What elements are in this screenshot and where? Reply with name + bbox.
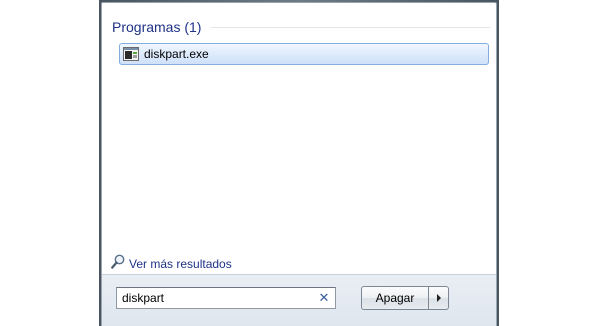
shutdown-options-button[interactable] [428, 286, 449, 310]
see-more-results-link[interactable]: Ver más resultados [111, 254, 232, 274]
console-app-icon [123, 47, 139, 61]
see-more-results-label: Ver más resultados [129, 257, 232, 271]
search-input[interactable] [117, 289, 312, 307]
results-section-header: Programas (1) [112, 19, 490, 35]
section-title: Programas (1) [112, 19, 202, 35]
result-item-label: diskpart.exe [144, 47, 209, 61]
right-arrow-icon [436, 294, 441, 302]
section-divider [211, 26, 490, 28]
shutdown-button[interactable]: Apagar [361, 286, 428, 310]
result-item-diskpart[interactable]: diskpart.exe [119, 43, 489, 65]
screenshot-stage: Programas (1) diskpart.exe Ver más resul… [0, 0, 600, 326]
start-menu-window: Programas (1) diskpart.exe Ver más resul… [99, 0, 499, 326]
search-bar-area: ✕ Apagar [102, 274, 496, 326]
search-results-panel: Programas (1) diskpart.exe Ver más resul… [101, 2, 497, 326]
shutdown-control: Apagar [361, 286, 449, 310]
search-box: ✕ [116, 287, 336, 309]
clear-x-icon[interactable]: ✕ [318, 291, 330, 305]
magnifier-icon [111, 254, 125, 274]
